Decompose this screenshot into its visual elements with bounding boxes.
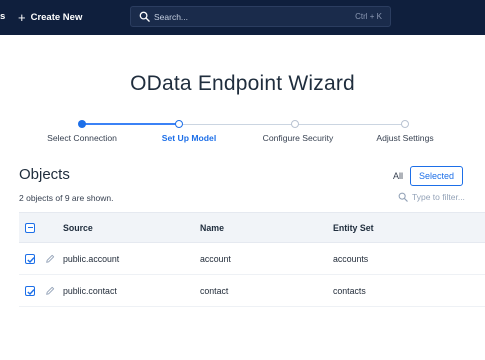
search-shortcut-hint: Ctrl + K bbox=[355, 12, 382, 21]
cell-name: contact bbox=[200, 285, 229, 296]
step-dot-configure-security[interactable] bbox=[291, 120, 299, 128]
table-row: public.contact contact contacts bbox=[19, 275, 485, 307]
page-title: OData Endpoint Wizard bbox=[130, 72, 355, 95]
step-dot-adjust-settings[interactable] bbox=[401, 120, 409, 128]
edit-pencil-icon[interactable] bbox=[45, 286, 55, 296]
edit-pencil-icon[interactable] bbox=[45, 254, 55, 264]
step-label-set-up-model[interactable]: Set Up Model bbox=[162, 133, 216, 143]
row-checkbox[interactable] bbox=[25, 286, 35, 296]
cell-name: account bbox=[200, 253, 231, 264]
create-new-label: Create New bbox=[30, 11, 83, 23]
cell-source: public.contact bbox=[63, 285, 117, 296]
search-placeholder: Search... bbox=[154, 11, 189, 22]
toggle-selected-button[interactable]: Selected bbox=[410, 166, 464, 186]
search-icon bbox=[139, 11, 150, 22]
step-label-adjust-settings[interactable]: Adjust Settings bbox=[376, 133, 433, 143]
checkmark-icon bbox=[27, 257, 35, 263]
filter-input[interactable]: Type to filter... bbox=[398, 192, 465, 202]
nav-item-partial[interactable]: s bbox=[0, 11, 5, 22]
top-navigation-bar: s + Create New Search... Ctrl + K bbox=[0, 0, 485, 35]
global-search-input[interactable]: Search... Ctrl + K bbox=[130, 6, 391, 27]
row-checkbox[interactable] bbox=[25, 254, 35, 264]
cell-source: public.account bbox=[63, 253, 120, 264]
search-icon bbox=[398, 192, 408, 202]
step-dot-set-up-model[interactable] bbox=[175, 120, 183, 128]
step-label-select-connection[interactable]: Select Connection bbox=[47, 133, 117, 143]
filter-placeholder: Type to filter... bbox=[412, 192, 465, 202]
wizard-stepper: Select Connection Set Up Model Configure… bbox=[0, 117, 485, 147]
objects-heading: Objects bbox=[19, 166, 70, 183]
select-all-checkbox[interactable] bbox=[25, 223, 35, 233]
column-header-source[interactable]: Source bbox=[63, 223, 93, 233]
table-row: public.account account accounts bbox=[19, 243, 485, 275]
objects-count-text: 2 objects of 9 are shown. bbox=[19, 193, 114, 203]
toggle-all-button[interactable]: All bbox=[386, 166, 410, 186]
stepper-track-completed bbox=[82, 123, 179, 125]
column-header-name[interactable]: Name bbox=[200, 223, 224, 233]
step-dot-select-connection[interactable] bbox=[78, 120, 86, 128]
step-label-configure-security[interactable]: Configure Security bbox=[263, 133, 334, 143]
view-toggle: All Selected bbox=[386, 166, 464, 186]
create-new-button[interactable]: + Create New bbox=[18, 8, 82, 26]
cell-entity-set: accounts bbox=[333, 253, 369, 264]
plus-icon: + bbox=[18, 9, 26, 25]
cell-entity-set: contacts bbox=[333, 285, 366, 296]
column-header-entity-set[interactable]: Entity Set bbox=[333, 223, 374, 233]
checkmark-icon bbox=[27, 289, 35, 295]
table-header-row: Source Name Entity Set bbox=[19, 212, 485, 243]
objects-table: Source Name Entity Set public.account ac… bbox=[19, 212, 485, 307]
